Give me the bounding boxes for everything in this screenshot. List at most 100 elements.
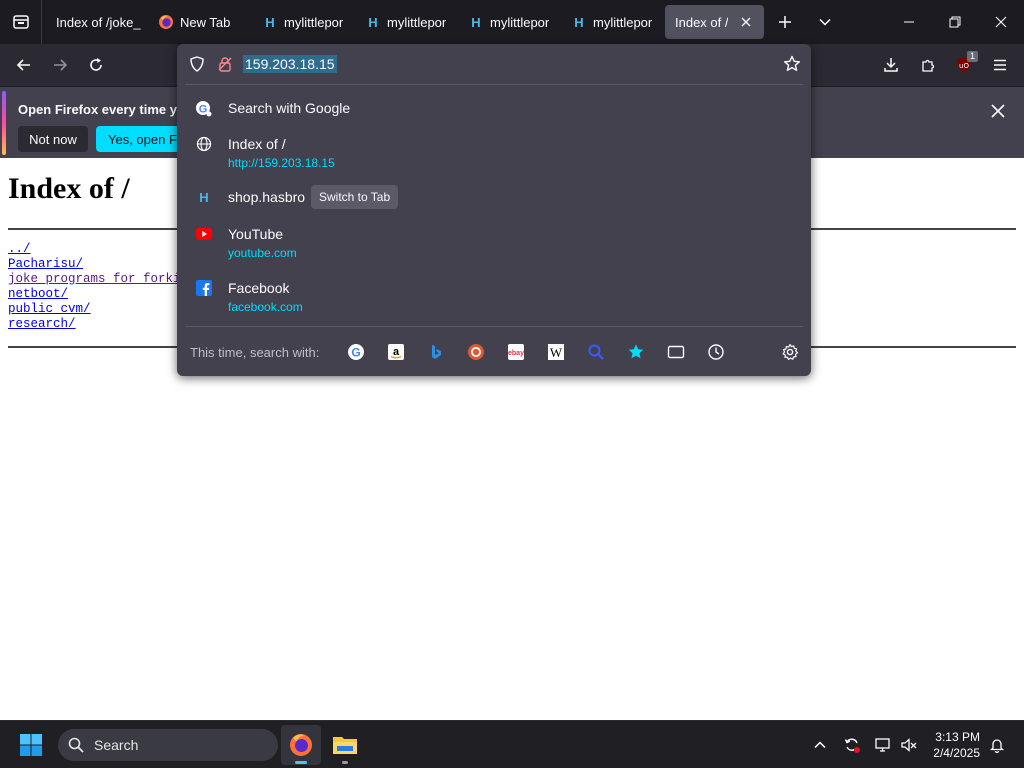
ebay-engine-button[interactable]: ebay: [505, 342, 527, 362]
taskbar-search-label: Search: [94, 737, 139, 753]
search-tabs-engine-button[interactable]: [585, 342, 607, 362]
result-row-facebook[interactable]: Facebook facebook.com: [185, 276, 803, 316]
amazon-engine-button[interactable]: a: [385, 342, 407, 362]
address-bar-dropdown: 159.203.18.15 G Search with Google Index…: [177, 44, 811, 376]
history-engine-button[interactable]: [705, 342, 727, 362]
extensions-button[interactable]: [911, 48, 945, 82]
switch-to-tab-button[interactable]: Switch to Tab: [311, 185, 399, 209]
bookmarks-engine-button[interactable]: [625, 342, 647, 362]
list-all-tabs-button[interactable]: [808, 5, 842, 39]
back-button[interactable]: [7, 48, 41, 82]
hasbro-icon: H: [195, 188, 213, 206]
minimize-button[interactable]: [886, 0, 932, 44]
tab-mylittlepony-2[interactable]: H mylittlepor: [365, 5, 453, 39]
search-suggestion-row[interactable]: G Search with Google: [185, 96, 803, 124]
tab-title: mylittlepor: [284, 14, 344, 30]
svg-text:G: G: [199, 104, 208, 116]
plus-icon: [779, 16, 791, 28]
running-indicator: [295, 761, 307, 764]
firefox-view-button[interactable]: [0, 0, 42, 44]
app-menu-button[interactable]: [983, 48, 1017, 82]
downloads-button[interactable]: [874, 48, 908, 82]
tab-index-root[interactable]: Index of /: [665, 5, 764, 39]
bookmark-star-icon[interactable]: [783, 55, 801, 73]
history-icon: [708, 344, 724, 360]
wikipedia-engine-button[interactable]: W: [545, 342, 567, 362]
tab-index-joke[interactable]: Index of /joke_: [50, 5, 142, 39]
hasbro-icon: H: [468, 14, 484, 30]
start-button[interactable]: [16, 731, 46, 759]
windows-logo-icon: [20, 734, 42, 756]
search-suggestion-title: Search with Google: [228, 100, 351, 116]
svg-text:H: H: [265, 15, 274, 30]
ublock-origin-button[interactable]: uO 1: [947, 48, 981, 82]
restore-icon: [949, 16, 961, 28]
firefox-icon: [158, 14, 174, 30]
close-icon: [991, 104, 1005, 118]
reload-icon: [90, 58, 102, 71]
chevron-down-icon: [819, 18, 831, 26]
insecure-lock-icon[interactable]: [217, 56, 233, 72]
notification-close-button[interactable]: [986, 99, 1010, 123]
google-icon: G: [348, 344, 364, 360]
facebook-icon: [195, 279, 213, 297]
not-now-button[interactable]: Not now: [18, 126, 88, 152]
network-icon: [875, 738, 890, 752]
tab-new-tab[interactable]: New Tab: [158, 5, 250, 39]
close-tab-icon[interactable]: [738, 14, 754, 30]
url-input[interactable]: 159.203.18.15: [243, 55, 337, 73]
system-clock[interactable]: 3:13 PM 2/4/2025: [933, 729, 980, 761]
tab-mylittlepony-1[interactable]: H mylittlepor: [262, 5, 350, 39]
clock-date: 2/4/2025: [933, 746, 980, 760]
bing-engine-button[interactable]: [425, 342, 447, 362]
tab-title: mylittlepor: [387, 14, 447, 30]
taskbar-search-box[interactable]: Search: [58, 729, 278, 761]
reload-button[interactable]: [79, 48, 113, 82]
result-url: youtube.com: [228, 246, 297, 260]
result-row-index[interactable]: Index of / http://159.203.18.15: [185, 132, 803, 172]
amazon-icon: a: [388, 344, 404, 360]
google-engine-button[interactable]: G: [345, 342, 367, 362]
notifications-button[interactable]: [985, 733, 1009, 757]
show-hidden-icons-button[interactable]: [808, 733, 832, 757]
result-row-hasbro[interactable]: H shop.hasbro Switch to Tab: [185, 184, 803, 212]
duckduckgo-engine-button[interactable]: [465, 342, 487, 362]
network-tray-button[interactable]: [871, 733, 895, 757]
search-settings-button[interactable]: [779, 342, 801, 362]
search-tabs-icon: [588, 344, 604, 360]
dir-link-public-cvm[interactable]: public_cvm/: [8, 302, 188, 317]
svg-text:H: H: [368, 15, 377, 30]
dir-link-joke-programs[interactable]: joke_programs_for_forkie: [8, 272, 188, 287]
clock-time: 3:13 PM: [935, 730, 980, 744]
address-bar[interactable]: 159.203.18.15: [177, 44, 811, 84]
globe-icon: [195, 135, 213, 153]
restore-button[interactable]: [932, 0, 978, 44]
tabs-icon: [667, 345, 685, 359]
ebay-icon: ebay: [508, 344, 524, 360]
tab-mylittlepony-3[interactable]: H mylittlepor: [468, 5, 556, 39]
bell-icon: [989, 739, 1005, 753]
volume-tray-button[interactable]: [897, 733, 921, 757]
close-window-button[interactable]: [978, 0, 1024, 44]
taskbar-firefox[interactable]: [281, 725, 321, 765]
page-title: Index of /: [8, 172, 130, 205]
dir-link-netboot[interactable]: netboot/: [8, 287, 188, 302]
dir-link-parent[interactable]: ../: [8, 242, 188, 257]
tab-mylittlepony-4[interactable]: H mylittlepor: [571, 5, 659, 39]
tab-title: Index of /joke_: [56, 14, 141, 30]
bing-icon: [432, 345, 441, 359]
tracking-protection-shield-icon[interactable]: [189, 56, 205, 72]
taskbar-file-explorer[interactable]: [325, 725, 365, 765]
svg-text:ebay: ebay: [508, 350, 524, 357]
dir-link-pacharisu[interactable]: Pacharisu/: [8, 257, 188, 272]
result-row-youtube[interactable]: YouTube youtube.com: [185, 222, 803, 262]
result-url: http://159.203.18.15: [228, 156, 335, 170]
result-title: Index of /: [228, 136, 286, 152]
tabs-engine-button[interactable]: [665, 342, 687, 362]
hamburger-menu-icon: [994, 59, 1006, 71]
new-tab-button[interactable]: [768, 5, 802, 39]
dir-link-research[interactable]: research/: [8, 317, 188, 332]
tab-title: Index of /: [675, 14, 729, 30]
forward-button[interactable]: [43, 48, 77, 82]
sync-tray-icon-button[interactable]: [840, 733, 864, 757]
